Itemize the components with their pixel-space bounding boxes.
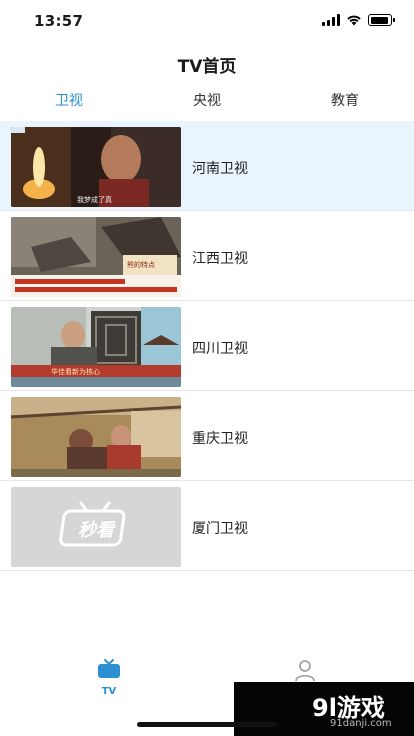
user-icon [295,660,315,682]
channel-row-henan[interactable]: 我梦成了真 河南卫视 [0,121,414,211]
channel-name: 厦门卫视 [192,521,248,537]
category-tabs: 卫视 央视 教育 [0,90,414,118]
watermark-sub: 91danji.com [330,718,392,729]
thumb-caption: 熊的特点 [127,260,155,269]
thumb-caption: 华佳看新为核心 [51,367,100,376]
tabbar-tv-label: TV [101,686,117,697]
wifi-icon [347,15,361,26]
channel-row-jiangxi[interactable]: 熊的特点 江西卫视 [0,211,414,301]
tab-weishi[interactable]: 卫视 [0,90,138,110]
channel-name: 江西卫视 [192,251,248,267]
channel-name: 重庆卫视 [192,431,248,447]
channel-thumbnail-placeholder: 秒看 [11,487,181,567]
channel-thumbnail: 我梦成了真 [11,127,181,207]
battery-icon [368,14,395,26]
status-time: 13:57 [34,12,84,30]
placeholder-logo-text: 秒看 [78,520,116,541]
thumb-caption: 我梦成了真 [77,195,112,204]
signal-icon [322,14,340,26]
channel-row-xiamen[interactable]: 秒看 厦门卫视 [0,481,414,571]
channel-name: 河南卫视 [192,161,248,177]
channel-thumbnail: 熊的特点 [11,217,181,297]
battery-fill [370,16,388,24]
tv-icon [98,659,120,678]
home-indicator [137,722,277,727]
page-title: TV首页 [177,57,237,77]
channel-list: 我梦成了真 河南卫视 熊的特点 江西卫视 华佳看新为核心 四川卫视 重庆卫视 秒… [0,121,414,571]
channel-row-chongqing[interactable]: 重庆卫视 [0,391,414,481]
status-bar: 13:57 [0,0,414,44]
channel-thumbnail: 华佳看新为核心 [11,307,181,387]
tabbar-tv[interactable]: TV [79,658,139,697]
channel-name: 四川卫视 [192,341,248,357]
status-icons [322,14,395,26]
tab-jiaoyu[interactable]: 教育 [276,90,414,110]
tab-yangshi[interactable]: 央视 [138,90,276,110]
watermark-logo: 9l游戏 91danji.com [234,682,414,736]
channel-row-sichuan[interactable]: 华佳看新为核心 四川卫视 [0,301,414,391]
channel-thumbnail [11,397,181,477]
